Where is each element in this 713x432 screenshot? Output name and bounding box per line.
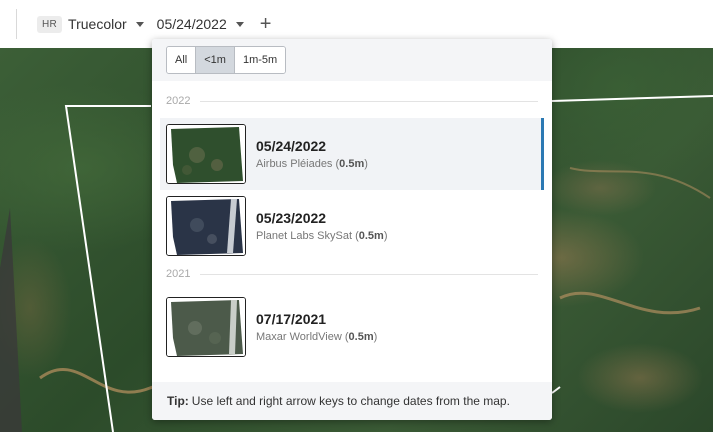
layer-label: Truecolor bbox=[68, 16, 127, 32]
year-header: 2022 bbox=[166, 95, 538, 107]
year-divider bbox=[200, 273, 538, 275]
aoi-boundary bbox=[64, 105, 151, 432]
hr-badge: HR bbox=[37, 15, 63, 33]
list-item[interactable]: 05/23/2022 Planet Labs SkySat (0.5m) bbox=[160, 190, 544, 262]
date-dropdown-panel: All <1m 1m-5m 2022 05/24/2022 Airbus Plé… bbox=[152, 39, 552, 420]
date-label: 05/24/2022 bbox=[156, 16, 227, 32]
tip-bar: Tip: Use left and right arrow keys to ch… bbox=[152, 382, 552, 420]
filter-1m-5m-button[interactable]: 1m-5m bbox=[234, 47, 286, 73]
item-date: 05/23/2022 bbox=[256, 210, 327, 226]
filter-all-button[interactable]: All bbox=[167, 47, 197, 73]
item-date: 05/24/2022 bbox=[256, 138, 327, 154]
year-label: 2022 bbox=[166, 95, 191, 107]
filter-under-1m-button[interactable]: <1m bbox=[196, 47, 235, 73]
date-select[interactable]: 05/24/2022 bbox=[157, 16, 244, 32]
list-item[interactable]: 05/24/2022 Airbus Pléiades (0.5m) bbox=[160, 118, 544, 190]
imagery-thumbnail bbox=[166, 124, 246, 184]
chevron-down-icon[interactable] bbox=[235, 21, 244, 27]
toolbar-divider bbox=[16, 9, 17, 39]
year-header: 2021 bbox=[166, 268, 538, 280]
resolution-filter: All <1m 1m-5m bbox=[166, 46, 287, 74]
year-divider bbox=[200, 100, 538, 102]
imagery-thumbnail bbox=[166, 196, 246, 256]
year-label: 2021 bbox=[166, 268, 191, 280]
layer-select[interactable]: HR Truecolor bbox=[37, 15, 144, 33]
item-source: Planet Labs SkySat (0.5m) bbox=[256, 230, 388, 242]
imagery-thumbnail bbox=[166, 297, 246, 357]
imagery-list[interactable]: 2022 05/24/2022 Airbus Pléiades (0.5m) 0… bbox=[152, 81, 552, 382]
add-layer-button[interactable]: + bbox=[260, 14, 272, 34]
item-source: Airbus Pléiades (0.5m) bbox=[256, 158, 368, 170]
item-date: 07/17/2021 bbox=[256, 311, 327, 327]
chevron-down-icon[interactable] bbox=[135, 21, 144, 27]
tip-text: Use left and right arrow keys to change … bbox=[191, 394, 510, 408]
list-item[interactable]: 07/17/2021 Maxar WorldView (0.5m) bbox=[160, 291, 544, 363]
item-source: Maxar WorldView (0.5m) bbox=[256, 331, 378, 343]
resolution-filter-bar: All <1m 1m-5m bbox=[152, 39, 552, 81]
tip-label: Tip: bbox=[167, 394, 189, 408]
